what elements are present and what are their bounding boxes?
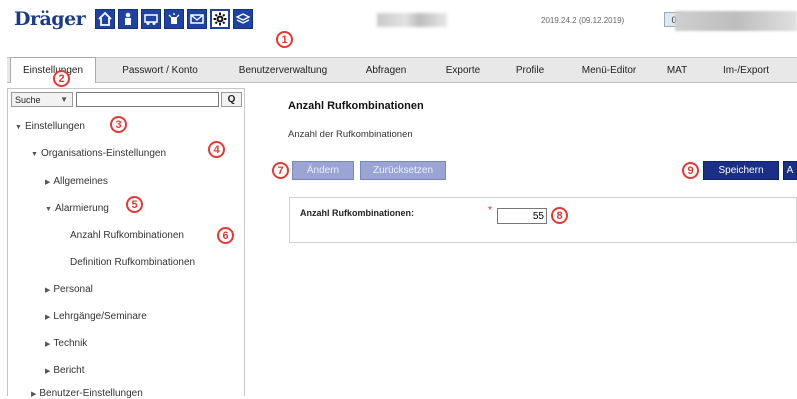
collapse-icon: ▼ xyxy=(15,124,22,131)
callout-marker: 9 xyxy=(682,162,699,179)
version-label: 2019.24.2 (09.12.2019) xyxy=(541,16,625,25)
tree-item-label: Allgemeines xyxy=(53,176,108,187)
tab-exporte[interactable]: Exporte xyxy=(437,58,489,82)
mail-icon[interactable] xyxy=(187,9,207,29)
tree-item-benutzer-einstellungen[interactable]: ▶ Benutzer-Einstellungen xyxy=(31,388,143,399)
tree-item-definition-rufkombinationen[interactable]: Definition Rufkombinationen xyxy=(70,257,195,268)
tab-im-export[interactable]: Im-/Export xyxy=(711,58,781,82)
vehicle-icon[interactable] xyxy=(141,9,161,29)
blurred-user-info xyxy=(377,13,447,27)
tree-item-bericht[interactable]: ▶ Bericht xyxy=(45,365,85,376)
search-type-select[interactable]: Suche ▼ xyxy=(11,92,73,107)
rufkombinationen-count-input[interactable] xyxy=(497,208,547,224)
search-icon: Q xyxy=(227,94,236,105)
tree-item-label: Technik xyxy=(53,338,88,349)
tab-benutzerverwaltung[interactable]: Benutzerverwaltung xyxy=(233,58,333,82)
expand-icon: ▶ xyxy=(45,341,51,348)
expand-icon: ▶ xyxy=(45,314,51,321)
tab-menue-editor[interactable]: Menü-Editor xyxy=(573,58,645,82)
extra-button[interactable]: A xyxy=(783,161,797,180)
page-subtitle: Anzahl der Rufkombinationen xyxy=(288,129,413,140)
blurred-organization xyxy=(675,11,797,31)
tree-item-technik[interactable]: ▶ Technik xyxy=(45,338,87,349)
tree-item-label: Personal xyxy=(53,284,93,295)
tree-item-label: Lehrgänge/Seminare xyxy=(53,311,147,322)
chevron-down-icon: ▼ xyxy=(60,95,68,104)
tab-passwort-konto[interactable]: Passwort / Konto xyxy=(115,58,205,82)
field-label: Anzahl Rufkombinationen: xyxy=(300,208,414,218)
callout-marker: 1 xyxy=(276,31,293,48)
tree-item-personal[interactable]: ▶ Personal xyxy=(45,284,93,295)
callout-marker: 8 xyxy=(551,207,568,224)
search-input[interactable] xyxy=(76,92,219,107)
draeger-logo: Dräger xyxy=(14,8,86,30)
search-button[interactable]: Q xyxy=(221,92,242,107)
collapse-icon: ▼ xyxy=(45,206,52,213)
layers-icon[interactable] xyxy=(233,9,253,29)
home-icon[interactable] xyxy=(95,9,115,29)
gear-icon[interactable] xyxy=(210,9,230,29)
reset-button[interactable]: Zurücksetzen xyxy=(360,161,446,180)
tab-mat[interactable]: MAT xyxy=(659,58,695,82)
tab-abfragen[interactable]: Abfragen xyxy=(357,58,415,82)
person-icon[interactable] xyxy=(118,9,138,29)
callout-marker: 5 xyxy=(126,196,143,213)
callout-marker: 4 xyxy=(208,141,225,158)
tab-profile[interactable]: Profile xyxy=(505,58,555,82)
tree-item-anzahl-rufkombinationen[interactable]: Anzahl Rufkombinationen xyxy=(70,230,184,241)
tree-item-label: Alarmierung xyxy=(54,203,109,214)
change-button[interactable]: Ändern xyxy=(292,161,354,180)
tree-item-allgemeines[interactable]: ▶ Allgemeines xyxy=(45,176,108,187)
tree-item-einstellungen[interactable]: ▼ Einstellungen xyxy=(15,121,85,132)
search-type-label: Suche xyxy=(15,94,41,105)
expand-icon: ▶ xyxy=(45,368,51,375)
tree-item-label: Organisations-Einstellungen xyxy=(40,148,167,159)
callout-marker: 6 xyxy=(217,227,234,244)
collapse-icon: ▼ xyxy=(31,151,38,158)
tree-item-label: Einstellungen xyxy=(24,121,85,132)
required-marker: * xyxy=(488,205,492,216)
page-title: Anzahl Rufkombinationen xyxy=(288,100,424,112)
main-tab-bar: Einstellungen Passwort / Konto Benutzerv… xyxy=(7,57,797,83)
callout-marker: 3 xyxy=(110,116,127,133)
tree-item-organisations-einstellungen[interactable]: ▼ Organisations-Einstellungen xyxy=(31,148,166,159)
callout-marker: 2 xyxy=(53,70,70,87)
expand-icon: ▶ xyxy=(31,391,37,398)
expand-icon: ▶ xyxy=(45,287,51,294)
tree-item-label: Benutzer-Einstellungen xyxy=(39,388,143,399)
settings-sidebar xyxy=(7,88,245,396)
tree-item-alarmierung[interactable]: ▼ Alarmierung xyxy=(45,203,109,214)
alarm-icon[interactable] xyxy=(164,9,184,29)
tree-item-label: Bericht xyxy=(53,365,85,376)
callout-marker: 7 xyxy=(272,162,289,179)
expand-icon: ▶ xyxy=(45,179,51,186)
tree-item-lehrgaenge-seminare[interactable]: ▶ Lehrgänge/Seminare xyxy=(45,311,147,322)
save-button[interactable]: Speichern xyxy=(703,161,779,180)
